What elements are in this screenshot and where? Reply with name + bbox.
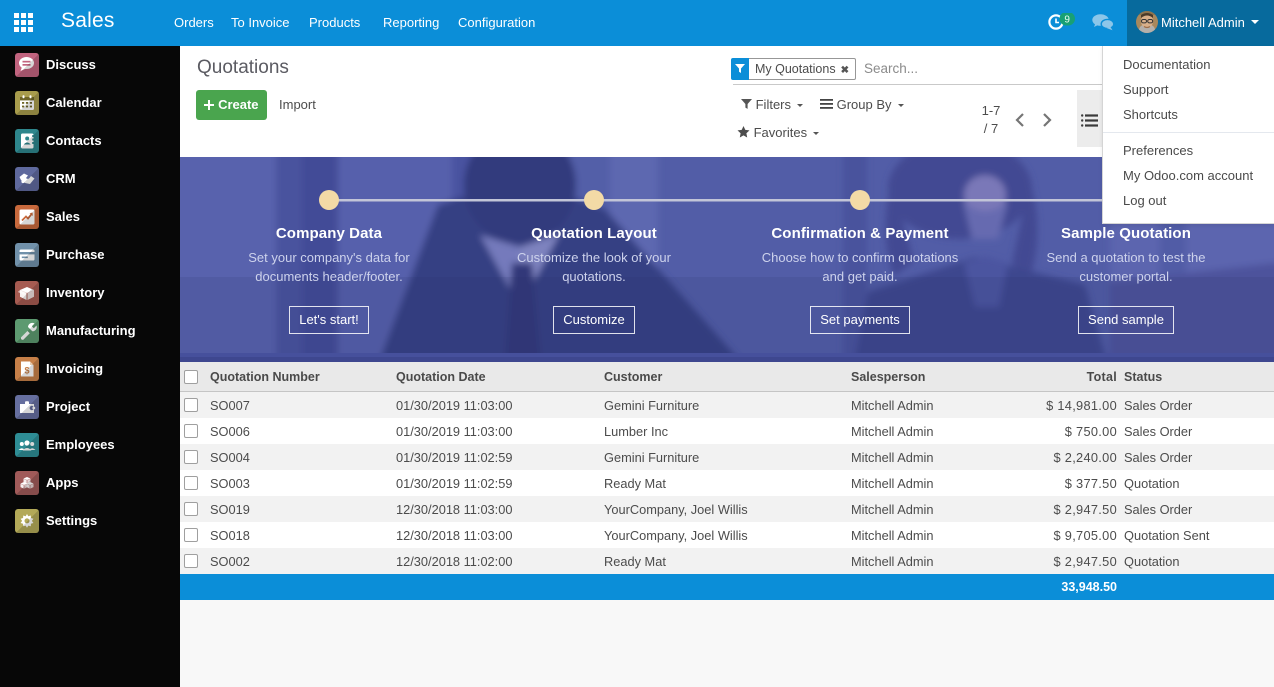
svg-text:9: 9 xyxy=(1064,15,1070,26)
svg-text:$: $ xyxy=(24,366,29,376)
